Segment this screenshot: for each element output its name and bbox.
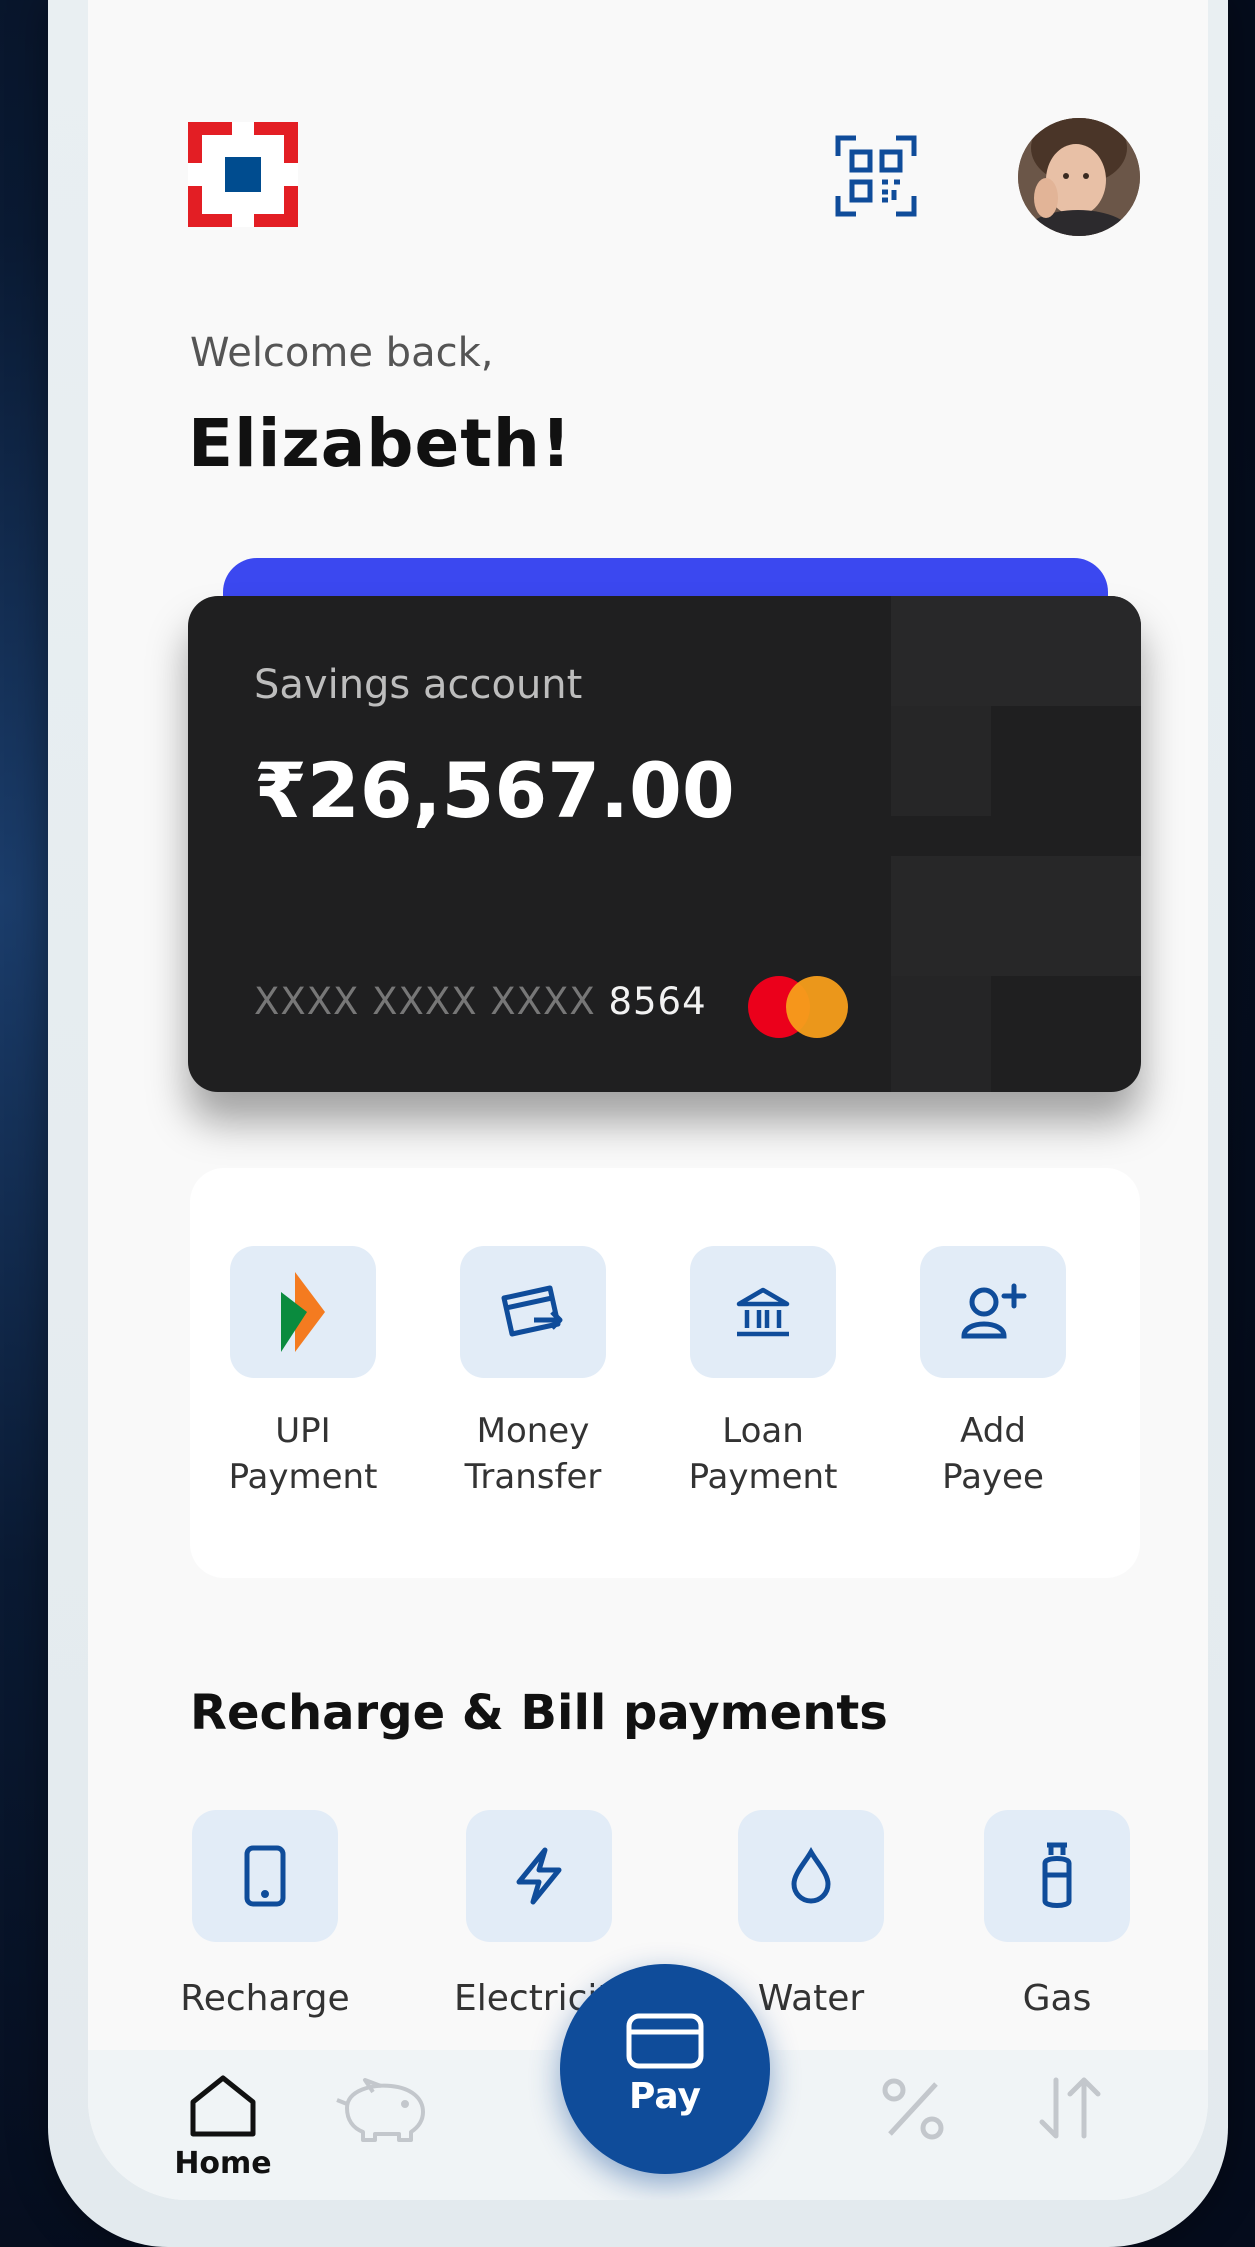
quick-action-label: Loan Payment — [688, 1411, 838, 1497]
card-transfer-icon — [460, 1246, 606, 1378]
piggy-bank-icon — [336, 2078, 425, 2142]
card-pattern — [891, 976, 991, 1092]
nav-transactions[interactable] — [1014, 2074, 1124, 2148]
gas-button[interactable]: Gas — [972, 1810, 1142, 2019]
welcome-text: Welcome back, — [190, 330, 494, 376]
water-drop-icon — [738, 1810, 884, 1942]
upi-icon — [230, 1246, 376, 1378]
card-pattern — [891, 856, 1141, 976]
account-type: Savings account — [254, 662, 583, 708]
nav-home[interactable]: Home — [168, 2074, 278, 2181]
upi-payment-button[interactable]: UPI Payment — [198, 1246, 408, 1500]
nav-savings[interactable] — [328, 2074, 438, 2150]
quick-action-label: Add Payee — [942, 1411, 1044, 1497]
money-transfer-button[interactable]: Money Transfer — [428, 1246, 638, 1500]
section-title: Recharge & Bill payments — [190, 1685, 888, 1741]
nav-home-label: Home — [174, 2146, 272, 2181]
nav-offers[interactable] — [858, 2074, 968, 2148]
bank-icon — [690, 1246, 836, 1378]
bill-item-label: Recharge — [180, 1978, 350, 2019]
water-button[interactable]: Water — [726, 1810, 896, 2019]
home-icon — [190, 2075, 256, 2137]
quick-action-label: Money Transfer — [464, 1411, 602, 1497]
pay-label: Pay — [628, 2076, 702, 2117]
account-balance: ₹26,567.00 — [254, 746, 735, 835]
card-number-masked: XXXX XXXX XXXX — [254, 980, 596, 1023]
phone-icon — [192, 1810, 338, 1942]
mastercard-icon — [748, 976, 858, 1038]
qr-scan-button[interactable] — [828, 128, 924, 224]
card-pattern — [891, 706, 991, 816]
app-screen: Welcome back, Elizabeth! Savings account… — [88, 0, 1208, 2200]
add-user-icon — [920, 1246, 1066, 1378]
user-name: Elizabeth! — [188, 405, 572, 482]
card-number: XXXX XXXX XXXX 8564 — [254, 980, 707, 1023]
bill-item-label: Gas — [1022, 1978, 1092, 2019]
gas-cylinder-icon — [984, 1810, 1130, 1942]
loan-payment-button[interactable]: Loan Payment — [658, 1246, 868, 1500]
avatar[interactable] — [1018, 118, 1140, 236]
card-pattern — [891, 596, 1141, 706]
quick-actions-panel: UPI Payment Money Transfer Loan Payment … — [190, 1168, 1140, 1578]
recharge-button[interactable]: Recharge — [180, 1810, 350, 2019]
quick-action-label: UPI Payment — [228, 1411, 378, 1497]
transfer-arrows-icon — [1039, 2077, 1101, 2139]
card-number-last-digits: 8564 — [608, 980, 707, 1023]
lightning-icon — [466, 1810, 612, 1942]
add-payee-button[interactable]: Add Payee — [888, 1246, 1098, 1500]
pay-button[interactable]: Pay — [560, 1964, 770, 2174]
percent-icon — [882, 2078, 944, 2140]
bank-logo-icon — [188, 122, 298, 227]
card-icon — [626, 2013, 704, 2069]
qr-scan-icon — [835, 135, 917, 217]
savings-account-card[interactable]: Savings account ₹26,567.00 XXXX XXXX XXX… — [188, 596, 1141, 1092]
